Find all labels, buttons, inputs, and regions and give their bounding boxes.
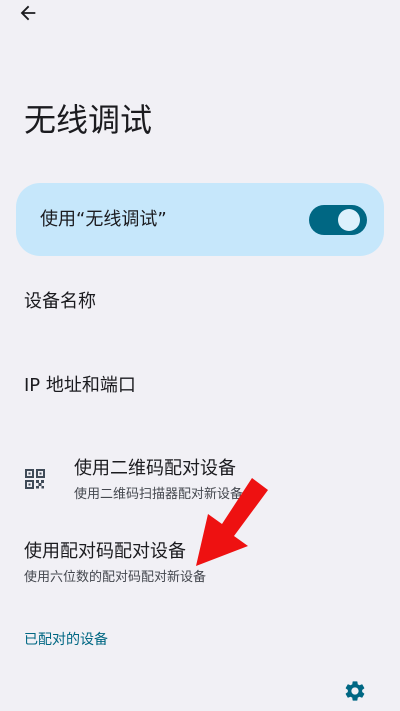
- toggle-thumb: [338, 209, 360, 231]
- arrow-back-icon: [20, 5, 36, 21]
- page-title: 无线调试: [24, 101, 153, 139]
- ip-address-port-item[interactable]: IP 地址和端口: [24, 372, 136, 400]
- red-arrow-annotation: [196, 478, 268, 566]
- wireless-debugging-switch-label: 使用“无线调试”: [40, 209, 167, 230]
- gear-icon: [345, 681, 365, 701]
- device-name-item[interactable]: 设备名称: [24, 288, 96, 316]
- back-button[interactable]: [8, 0, 48, 26]
- paired-devices-header: 已配对的设备: [24, 632, 108, 648]
- pair-with-pairing-code-summary: 使用六位数的配对码配对新设备: [24, 570, 207, 585]
- pair-with-pairing-code-label: 使用配对码配对设备: [24, 541, 186, 562]
- qr-code-icon: [25, 469, 45, 489]
- settings-button[interactable]: [338, 674, 372, 708]
